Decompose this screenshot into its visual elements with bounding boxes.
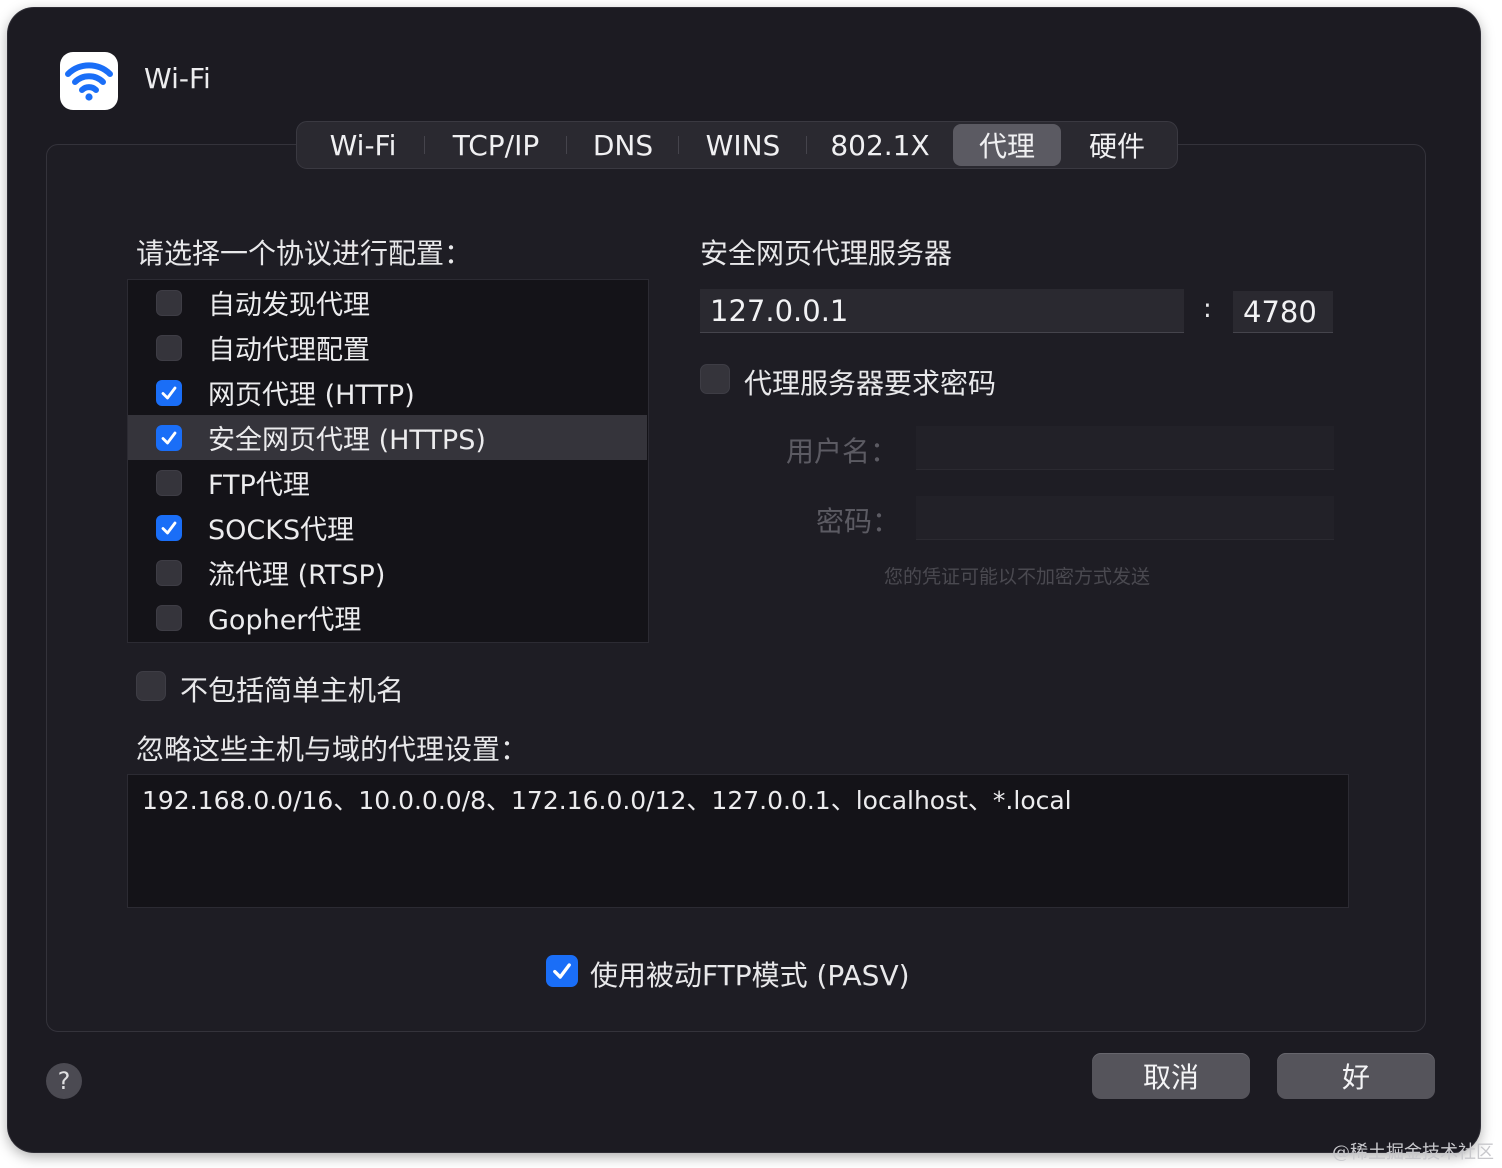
tab-wins[interactable]: WINS <box>679 124 807 166</box>
exclude-simple-hostnames-label: 不包括简单主机名 <box>180 674 405 707</box>
list-item-label: SOCKS代理 <box>208 515 355 546</box>
tab-proxy[interactable]: 代理 <box>953 124 1061 166</box>
list-item-label: 网页代理 (HTTP) <box>208 380 415 411</box>
tab-8021x[interactable]: 802.1X <box>807 124 953 166</box>
credentials-note: 您的凭证可能以不加密方式发送 <box>884 566 1151 588</box>
password-required-label: 代理服务器要求密码 <box>744 367 997 400</box>
cancel-button[interactable]: 取消 <box>1092 1053 1250 1099</box>
help-button[interactable]: ? <box>46 1063 82 1099</box>
checkbox-password-required[interactable] <box>700 364 730 394</box>
checkbox-auto-discover[interactable] <box>156 289 182 316</box>
exclude-simple-hostnames-checkbox[interactable] <box>136 671 166 701</box>
list-item-label: 自动发现代理 <box>208 290 370 321</box>
checkbox-rtsp[interactable] <box>156 559 182 586</box>
bypass-heading: 忽略这些主机与域的代理设置： <box>136 733 529 766</box>
password-input[interactable] <box>916 496 1334 540</box>
list-item-label: 安全网页代理 (HTTPS) <box>208 425 486 456</box>
list-item[interactable]: 安全网页代理 (HTTPS) <box>128 415 647 460</box>
tab-hardware[interactable]: 硬件 <box>1061 124 1173 166</box>
password-required-checkbox[interactable] <box>700 364 730 394</box>
list-item[interactable]: 流代理 (RTSP) <box>128 550 647 595</box>
list-item-label: Gopher代理 <box>208 605 362 636</box>
list-item-label: FTP代理 <box>208 470 310 501</box>
wifi-icon <box>60 52 118 110</box>
checkbox-ftp[interactable] <box>156 469 182 496</box>
list-item[interactable]: 网页代理 (HTTP) <box>128 370 647 415</box>
checkbox-exclude-simple[interactable] <box>136 671 166 701</box>
server-heading: 安全网页代理服务器 <box>700 237 953 270</box>
tab-dns[interactable]: DNS <box>567 124 679 166</box>
checkbox-auto-config[interactable] <box>156 334 182 361</box>
passive-ftp-checkbox[interactable] <box>546 955 578 987</box>
window-title: Wi-Fi <box>144 62 211 95</box>
watermark: @稀土掘金技术社区 <box>1332 1142 1494 1163</box>
ok-button[interactable]: 好 <box>1277 1053 1435 1099</box>
checkbox-passive-ftp[interactable] <box>546 955 578 987</box>
username-input[interactable] <box>916 426 1334 470</box>
tab-wifi[interactable]: Wi-Fi <box>301 124 425 166</box>
protocol-heading: 请选择一个协议进行配置： <box>136 237 473 270</box>
checkbox-gopher[interactable] <box>156 604 182 631</box>
password-label: 密码： <box>816 505 901 538</box>
list-item-label: 流代理 (RTSP) <box>208 560 386 591</box>
checkmark-icon <box>553 963 571 979</box>
proxy-port-input[interactable]: 4780 <box>1233 291 1333 333</box>
protocol-list: 自动发现代理 自动代理配置 网页代理 (HTTP) 安全网页代理 (HTTPS)… <box>127 279 649 643</box>
proxy-host-input[interactable]: 127.0.0.1 <box>700 289 1184 333</box>
list-item[interactable]: 自动发现代理 <box>128 280 647 325</box>
list-item[interactable]: SOCKS代理 <box>128 505 647 550</box>
passive-ftp-label: 使用被动FTP模式 (PASV) <box>590 959 910 992</box>
list-item-label: 自动代理配置 <box>208 335 370 366</box>
tab-tcpip[interactable]: TCP/IP <box>425 124 567 166</box>
checkbox-http[interactable] <box>156 379 182 406</box>
list-item[interactable]: FTP代理 <box>128 460 647 505</box>
checkmark-icon <box>161 431 177 444</box>
username-label: 用户名： <box>786 435 899 468</box>
checkmark-icon <box>161 386 177 399</box>
tab-bar: Wi-Fi TCP/IP DNS WINS 802.1X 代理 硬件 <box>296 121 1178 169</box>
host-port-separator: : <box>1203 294 1212 324</box>
checkmark-icon <box>161 521 177 534</box>
checkbox-https[interactable] <box>156 424 182 451</box>
checkbox-socks[interactable] <box>156 514 182 541</box>
bypass-textarea[interactable]: 192.168.0.0/16、10.0.0.0/8、172.16.0.0/12、… <box>127 774 1349 908</box>
list-item[interactable]: Gopher代理 <box>128 595 647 640</box>
list-item[interactable]: 自动代理配置 <box>128 325 647 370</box>
